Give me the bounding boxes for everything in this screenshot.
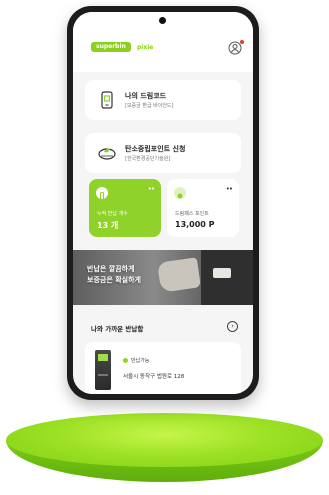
more-icon[interactable]: •• <box>226 185 233 193</box>
nearby-section-title: 나와 가까운 반납함 <box>91 325 144 333</box>
dreampass-points-card[interactable]: •• 드림패스 포인트 13,000 P <box>167 179 239 237</box>
menu-title: 탄소중립포인트 신청 <box>125 145 186 153</box>
my-dream-code-card[interactable]: 나의 드림코드 [보증금 환급 바이언드] <box>85 80 241 120</box>
status-dot <box>123 358 128 363</box>
carbon-points-card[interactable]: 탄소중립포인트 신청 [한국환경공단기술원] <box>85 133 241 173</box>
banner-line-2: 보증금은 확실하게 <box>87 276 141 284</box>
banner-photo-slot <box>213 268 231 278</box>
eco-points-icon <box>98 148 116 160</box>
banner-text: 반납은 깔끔하게 보증금은 확실하게 <box>87 264 141 286</box>
machine-status: 반납가능 <box>131 358 150 364</box>
bottle-glyph <box>100 192 104 200</box>
bottle-icon <box>96 187 108 200</box>
coin-glyph <box>177 193 183 199</box>
nearby-machine-card[interactable]: 반납가능 서울시 동작구 법원로 128 <box>85 342 241 394</box>
podium-top <box>6 413 323 467</box>
stat-label: 누적 반납 개수 <box>97 211 128 217</box>
total-returns-card[interactable]: •• 누적 반납 개수 13 개 <box>89 179 161 237</box>
stat-value: 13 개 <box>97 221 119 230</box>
stat-label: 드림패스 포인트 <box>175 211 209 217</box>
nearby-more-button[interactable]: › <box>227 321 238 332</box>
notification-dot <box>240 40 244 44</box>
banner-photo-hand <box>157 257 201 293</box>
more-icon[interactable]: •• <box>148 185 155 193</box>
app-logo-badge: superbin <box>91 42 131 52</box>
promo-banner[interactable]: 반납은 깔끔하게 보증금은 확실하게 <box>73 250 253 305</box>
stat-value: 13,000 P <box>175 220 215 229</box>
phone-code-icon <box>101 91 113 109</box>
phone-device: superbin pixie 나의 드림코드 [보증금 환급 바이언드] 탄소중… <box>67 6 259 400</box>
machine-screen <box>98 354 108 361</box>
recycling-machine-image <box>95 350 111 390</box>
phone-screen: superbin pixie 나의 드림코드 [보증금 환급 바이언드] 탄소중… <box>73 12 253 394</box>
menu-subtitle: [한국환경공단기술원] <box>125 156 171 162</box>
points-icon <box>174 187 186 199</box>
machine-address: 서울시 동작구 법원로 128 <box>123 374 185 380</box>
front-camera <box>159 17 166 24</box>
menu-subtitle: [보증금 환급 바이언드] <box>125 103 174 109</box>
app-logo-suffix: pixie <box>137 44 154 51</box>
menu-title: 나의 드림코드 <box>125 92 167 100</box>
machine-slot <box>98 374 108 376</box>
banner-line-1: 반납은 깔끔하게 <box>87 265 135 273</box>
